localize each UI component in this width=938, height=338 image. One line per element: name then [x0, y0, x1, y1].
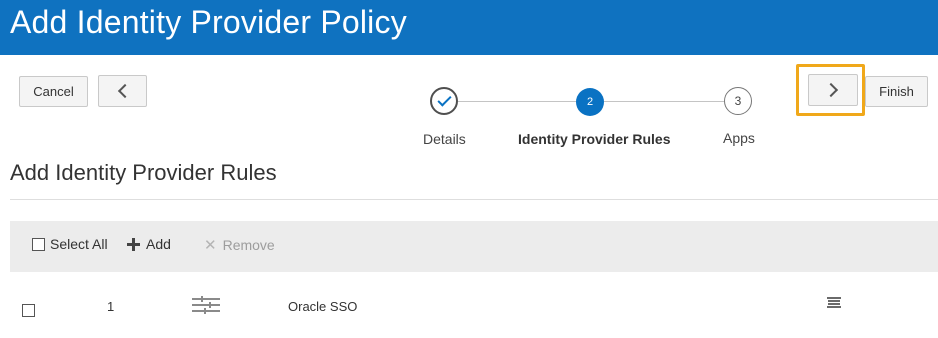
- rule-name: Oracle SSO: [288, 299, 358, 314]
- row-menu-icon[interactable]: [827, 296, 841, 310]
- train-stop-apps[interactable]: 3: [724, 87, 752, 115]
- train-stop-details[interactable]: [430, 87, 458, 115]
- rules-toolbar: Select All Add ✕ Remove: [10, 221, 938, 272]
- remove-label: Remove: [222, 237, 275, 253]
- cancel-button[interactable]: Cancel: [19, 76, 88, 107]
- train-label-details: Details: [423, 131, 466, 147]
- plus-icon: [127, 237, 140, 251]
- row-index: 1: [107, 299, 115, 314]
- title-bar: Add Identity Provider Policy: [0, 0, 938, 55]
- checkbox-icon: [32, 237, 45, 251]
- train-connector: [604, 101, 724, 102]
- section-divider: [10, 199, 938, 200]
- page-title: Add Identity Provider Policy: [10, 4, 407, 40]
- finish-button[interactable]: Finish: [865, 76, 928, 107]
- row-checkbox[interactable]: [22, 304, 35, 317]
- section-title: Add Identity Provider Rules: [10, 160, 277, 185]
- select-all-checkbox[interactable]: Select All: [32, 236, 108, 252]
- checkmark-icon: [436, 92, 452, 107]
- select-all-label: Select All: [50, 236, 108, 252]
- remove-rule-button[interactable]: ✕ Remove: [204, 236, 275, 254]
- train-label-identity-provider-rules: Identity Provider Rules: [518, 131, 671, 147]
- chevron-right-icon: [823, 82, 839, 98]
- next-button[interactable]: [808, 74, 858, 106]
- previous-button[interactable]: [98, 75, 147, 107]
- add-label: Add: [146, 236, 171, 252]
- close-icon: ✕: [204, 237, 217, 254]
- add-rule-button[interactable]: Add: [127, 236, 171, 252]
- chevron-left-icon: [117, 83, 132, 99]
- train-stop-identity-provider-rules[interactable]: 2: [576, 88, 604, 116]
- train-connector: [458, 101, 576, 102]
- reorder-handle-icon[interactable]: [192, 296, 220, 314]
- train-label-apps: Apps: [723, 130, 755, 146]
